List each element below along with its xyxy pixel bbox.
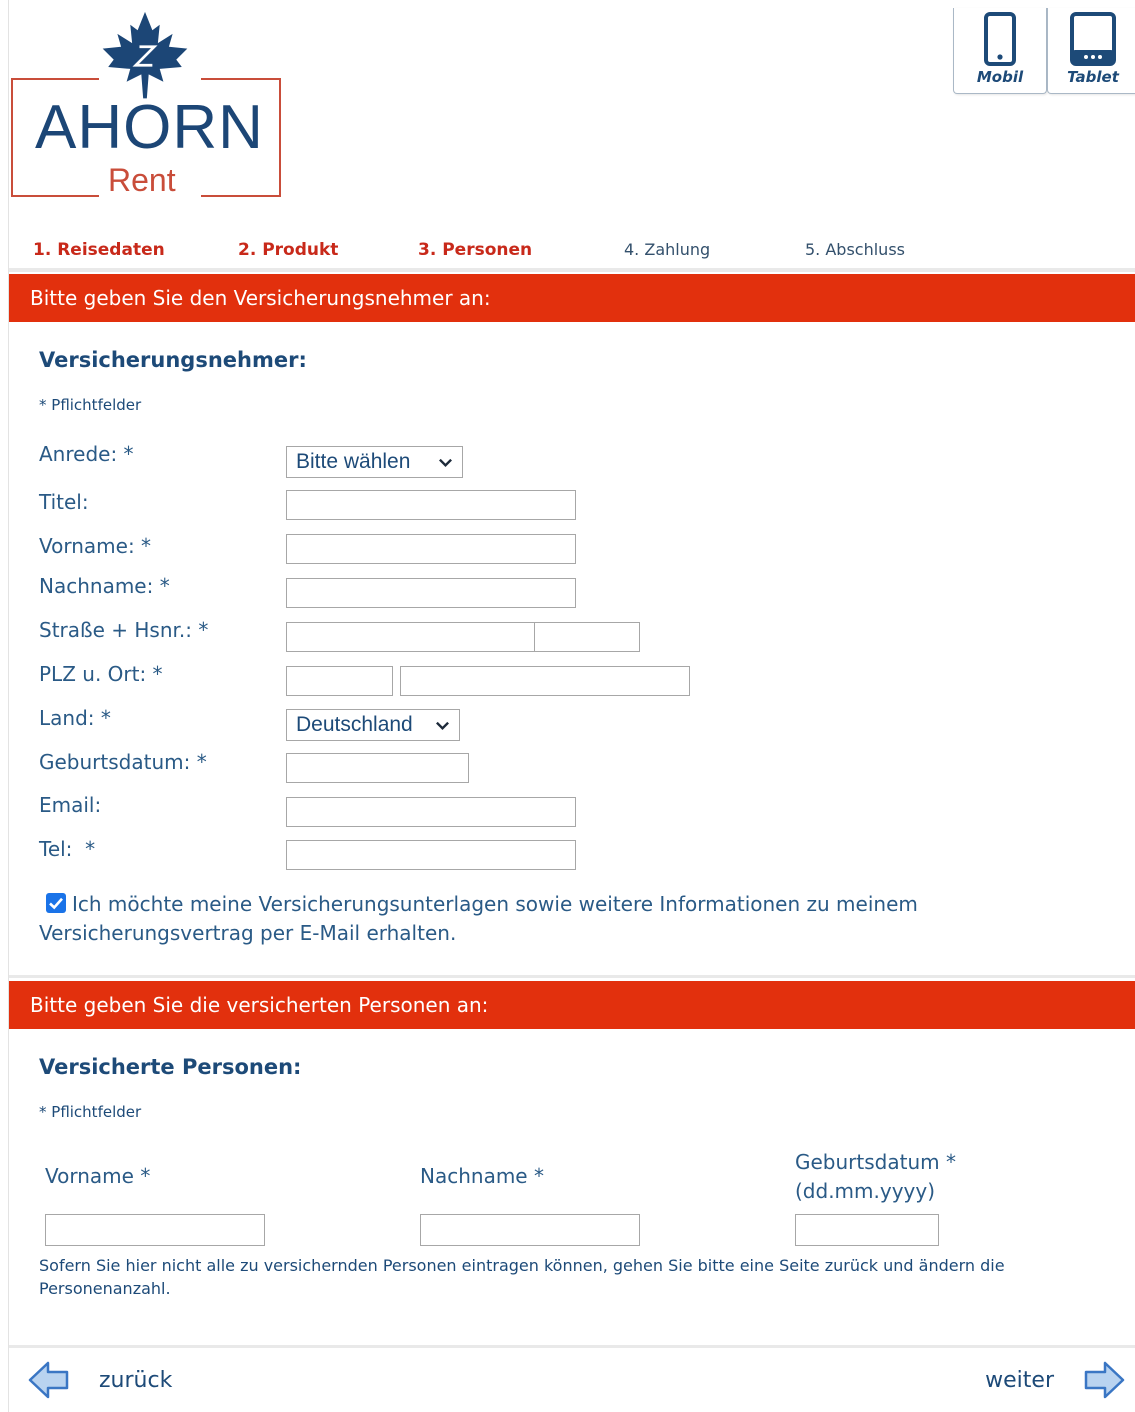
tablet-icon (1070, 12, 1116, 66)
insured-title: Versicherte Personen: (39, 1055, 302, 1079)
next-button[interactable]: weiter (957, 1358, 1126, 1402)
step-produkt[interactable]: 2. Produkt (238, 240, 338, 260)
titel-label: Titel: (39, 490, 89, 514)
vorname-input[interactable] (286, 534, 576, 564)
insured-section-header: Bitte geben Sie die versicherten Persone… (9, 981, 1135, 1029)
tablet-view-button[interactable]: Tablet (1047, 8, 1135, 94)
next-label: weiter (985, 1367, 1054, 1393)
policyholder-section-header: Bitte geben Sie den Versicherungsnehmer … (9, 274, 1135, 322)
strasse-input[interactable] (286, 622, 535, 652)
step-reisedaten[interactable]: 1. Reisedaten (33, 240, 165, 260)
persons-hint: Sofern Sie hier nicht alle zu versichern… (39, 1256, 1005, 1298)
email-consent: Ich möchte meine Versicherungsunterlagen… (39, 890, 1099, 948)
mandatory-note: * Pflichtfelder (39, 396, 142, 414)
land-select[interactable]: Deutschland (286, 709, 460, 741)
anrede-select[interactable]: Bitte wählen (286, 446, 463, 478)
mobile-view-button[interactable]: Mobil (953, 8, 1047, 94)
tel-input[interactable] (286, 840, 576, 870)
footer-divider (9, 1345, 1135, 1348)
insured-vorname-input[interactable] (45, 1214, 265, 1246)
insured-geburtsdatum-label-line1: Geburtsdatum * (795, 1150, 956, 1174)
chevron-down-icon (436, 721, 449, 731)
chevron-down-icon (439, 458, 452, 468)
insured-nachname-label: Nachname * (420, 1164, 544, 1188)
land-select-value: Deutschland (296, 713, 413, 736)
arrow-right-icon (1084, 1361, 1125, 1399)
nachname-label: Nachname: * (39, 574, 170, 598)
mobile-view-label: Mobil (976, 68, 1024, 86)
insured-mandatory-note: * Pflichtfelder (39, 1103, 142, 1121)
insured-geburtsdatum-input[interactable] (795, 1214, 939, 1246)
back-label: zurück (99, 1367, 173, 1393)
insured-vorname-label: Vorname * (45, 1164, 151, 1188)
anrede-label: Anrede: * (39, 442, 134, 466)
strasse-label: Straße + Hsnr.: * (39, 618, 209, 642)
geburtsdatum-input[interactable] (286, 753, 469, 783)
insured-bar-text: Bitte geben Sie die versicherten Persone… (30, 993, 489, 1017)
maple-leaf-icon (102, 11, 188, 99)
step-zahlung: 4. Zahlung (624, 240, 711, 259)
insured-nachname-input[interactable] (420, 1214, 640, 1246)
brand-sub: Rent (108, 162, 176, 198)
vorname-label: Vorname: * (39, 534, 152, 558)
step-personen: 3. Personen (418, 240, 533, 260)
land-label: Land: * (39, 706, 111, 730)
geburtsdatum-label: Geburtsdatum: * (39, 750, 207, 774)
checkmark-icon (49, 897, 63, 910)
phone-icon (984, 12, 1016, 66)
tel-label: Tel: * (39, 837, 96, 861)
email-consent-checkbox[interactable] (46, 893, 66, 913)
anrede-select-value: Bitte wählen (296, 450, 411, 473)
arrow-left-icon (28, 1361, 69, 1399)
brand-name: AHORN (35, 93, 264, 162)
ahorn-rent-logo: AHORN Rent (9, 11, 284, 198)
policyholder-bar-text: Bitte geben Sie den Versicherungsnehmer … (30, 286, 491, 310)
nachname-input[interactable] (286, 578, 576, 608)
booking-page: AHORN Rent Mobil Tablet 1. Reisedaten 2.… (8, 0, 1135, 1412)
titel-input[interactable] (286, 490, 576, 520)
insured-geburtsdatum-label: Geburtsdatum * (dd.mm.yyyy) (795, 1148, 956, 1206)
policyholder-title: Versicherungsnehmer: (39, 348, 307, 372)
plz-ort-label: PLZ u. Ort: * (39, 662, 163, 686)
email-input[interactable] (286, 797, 576, 827)
progress-steps: 1. Reisedaten 2. Produkt 3. Personen 4. … (9, 240, 1135, 268)
plz-input[interactable] (286, 666, 393, 696)
steps-divider (9, 268, 1135, 272)
insured-geburtsdatum-format: (dd.mm.yyyy) (795, 1179, 936, 1203)
back-button[interactable]: zurück (27, 1358, 200, 1402)
email-label: Email: (39, 793, 102, 817)
ort-input[interactable] (400, 666, 690, 696)
step-abschluss: 5. Abschluss (805, 240, 905, 259)
section-divider (9, 975, 1135, 978)
tablet-view-label: Tablet (1067, 68, 1119, 86)
hausnummer-input[interactable] (534, 622, 640, 652)
email-consent-text: Ich möchte meine Versicherungsunterlagen… (39, 892, 918, 945)
